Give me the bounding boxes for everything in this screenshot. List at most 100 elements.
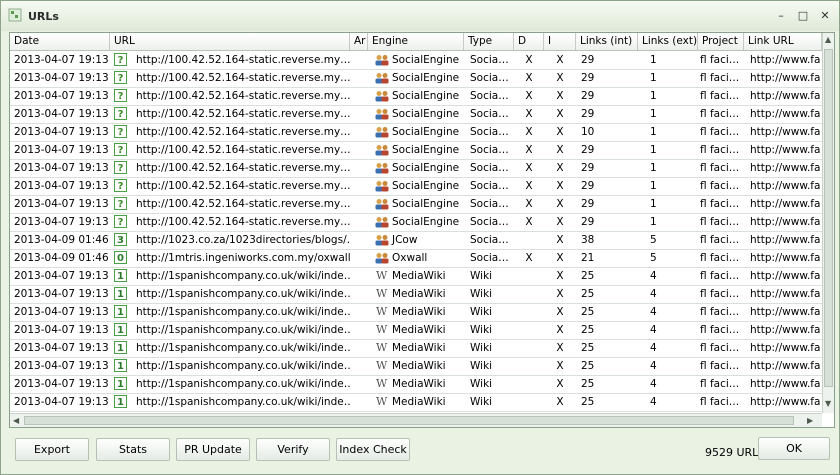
col-date[interactable]: Date [10,33,110,50]
col-url[interactable]: URL [110,33,350,50]
cell-link-url: http://www.fa [750,252,821,264]
col-type[interactable]: Type [464,33,514,50]
table-row[interactable]: 1 W 2013-04-07 19:13 http://1spanishcompany… [10,285,822,304]
cell-date: 2013-04-07 19:13 [14,360,109,372]
col-ar[interactable]: Ar [350,33,368,50]
col-engine[interactable]: Engine [368,33,464,50]
scroll-up-icon[interactable]: ▲ [825,35,831,44]
cell-type: Wiki [470,306,493,318]
table-row[interactable]: ? 2013-04-07 19:13 http://100.42.52.164-st… [10,213,822,232]
table-row[interactable]: ? 2013-04-07 19:13 http://100.42.52.164-st… [10,69,822,88]
cell-links-int: 29 [581,72,595,84]
table-row[interactable]: ? 2013-04-07 19:13 http://100.42.52.164-st… [10,177,822,196]
cell-i: X [556,288,564,300]
table-row[interactable]: 1 W 2013-04-07 19:13 http://1spanishcompany… [10,393,822,412]
cell-i: X [556,216,564,228]
urls-table[interactable]: Date URL Ar Engine Type D I Links (int) … [9,32,835,428]
horizontal-scrollbar[interactable]: ◀ ▶ [10,413,822,427]
cell-engine: SocialEngine [392,144,460,156]
table-row[interactable]: 1 W 2013-04-07 19:13 http://1spanishcompany… [10,303,822,322]
cell-url: http://1mtris.ingeniworks.com.my/oxwall… [136,252,350,264]
table-row[interactable]: 1 W 2013-04-07 19:13 http://1spanishcompany… [10,375,822,394]
cell-links-int: 29 [581,90,595,102]
cell-date: 2013-04-07 19:13 [14,306,109,318]
scroll-left-icon[interactable]: ◀ [13,416,19,425]
maximize-icon[interactable]: □ [795,9,811,23]
cell-d: X [525,252,533,264]
minimize-icon[interactable]: – [773,9,789,23]
scroll-down-icon[interactable]: ▼ [825,399,831,408]
cell-links-ext: 4 [650,288,657,300]
cell-date: 2013-04-07 19:13 [14,126,109,138]
cell-d: X [525,198,533,210]
cell-url: http://100.42.52.164-static.reverse.my… [136,126,350,138]
cell-i: X [556,108,564,120]
col-project[interactable]: Project [698,33,744,50]
col-links-ext[interactable]: Links (ext) [638,33,698,50]
vertical-scroll-thumb[interactable] [824,49,833,387]
pagerank-badge: ? [114,71,127,84]
cell-project: fl faci… [700,108,740,120]
col-i[interactable]: I [544,33,576,50]
cell-link-url: http://www.fa [750,90,821,102]
cell-i: X [556,252,564,264]
pagerank-badge: 1 [114,287,127,300]
cell-links-int: 29 [581,54,595,66]
table-row[interactable]: 3 2013-04-09 01:46 http://1023.co.za/1023d… [10,231,822,250]
stats-button[interactable]: Stats [96,438,170,461]
cell-project: fl faci… [700,234,740,246]
cell-url: http://100.42.52.164-static.reverse.my… [136,54,350,66]
table-row[interactable]: ? 2013-04-07 19:13 http://100.42.52.164-st… [10,105,822,124]
pagerank-badge: ? [114,161,127,174]
cell-d: X [525,90,533,102]
vertical-scrollbar[interactable]: ▲ ▼ [822,33,834,413]
index-check-button[interactable]: Index Check [336,438,410,461]
scroll-right-icon[interactable]: ▶ [807,416,813,425]
table-row[interactable]: ? 2013-04-07 19:13 http://100.42.52.164-st… [10,123,822,142]
table-row[interactable]: ? 2013-04-07 19:13 http://100.42.52.164-st… [10,141,822,160]
cell-url: http://1023.co.za/1023directories/blogs/… [136,234,350,246]
table-row[interactable]: ? 2013-04-07 19:13 http://100.42.52.164-st… [10,195,822,214]
table-row[interactable]: 1 W 2013-04-07 19:13 http://1spanishcompany… [10,357,822,376]
cell-url: http://100.42.52.164-static.reverse.my… [136,144,350,156]
table-row[interactable]: ? 2013-04-07 19:13 http://100.42.52.164-st… [10,159,822,178]
table-row[interactable]: 1 W 2013-04-07 19:13 http://1spanishcompany… [10,267,822,286]
close-icon[interactable]: ✕ [817,9,833,23]
pagerank-badge: 0 [114,251,127,264]
cell-i: X [556,90,564,102]
pr-update-button[interactable]: PR Update [176,438,250,461]
app-icon [8,8,22,22]
cell-url: http://100.42.52.164-static.reverse.my… [136,180,350,192]
cell-links-int: 25 [581,342,595,354]
cell-links-ext: 4 [650,306,657,318]
col-d[interactable]: D [514,33,544,50]
cell-url: http://1spanishcompany.co.uk/wiki/inde… [136,342,350,354]
cell-d: X [525,162,533,174]
ok-button[interactable]: OK [758,437,830,460]
cell-d [514,357,544,375]
cell-i: X [556,396,564,408]
cell-links-ext: 5 [650,252,657,264]
cell-i: X [556,198,564,210]
wiki-icon: W [376,269,388,282]
export-button[interactable]: Export [15,438,89,461]
table-row[interactable]: 0 2013-04-09 01:46 http://1mtris.ingeniwor… [10,249,822,268]
cell-project: fl faci… [700,396,740,408]
cell-links-ext: 1 [650,54,657,66]
cell-link-url: http://www.fa [750,126,821,138]
col-link-url[interactable]: Link URL [744,33,822,50]
table-row[interactable]: 1 W 2013-04-07 19:13 http://1spanishcompany… [10,321,822,340]
table-row[interactable]: ? 2013-04-07 19:13 http://100.42.52.164-st… [10,87,822,106]
wiki-icon: W [376,341,388,354]
cell-url: http://1spanishcompany.co.uk/wiki/inde… [136,378,350,390]
table-row[interactable]: 1 W 2013-04-07 19:13 http://1spanishcompany… [10,339,822,358]
pagerank-badge: 1 [114,323,127,336]
table-row[interactable]: ? 2013-04-07 19:13 http://100.42.52.164-st… [10,51,822,70]
horizontal-scroll-thumb[interactable] [24,416,794,425]
cell-url: http://100.42.52.164-static.reverse.my… [136,108,350,120]
col-links-int[interactable]: Links (int) [576,33,638,50]
cell-links-int: 29 [581,180,595,192]
verify-button[interactable]: Verify [256,438,330,461]
cell-type: Wiki [470,288,493,300]
cell-url: http://100.42.52.164-static.reverse.my… [136,162,350,174]
